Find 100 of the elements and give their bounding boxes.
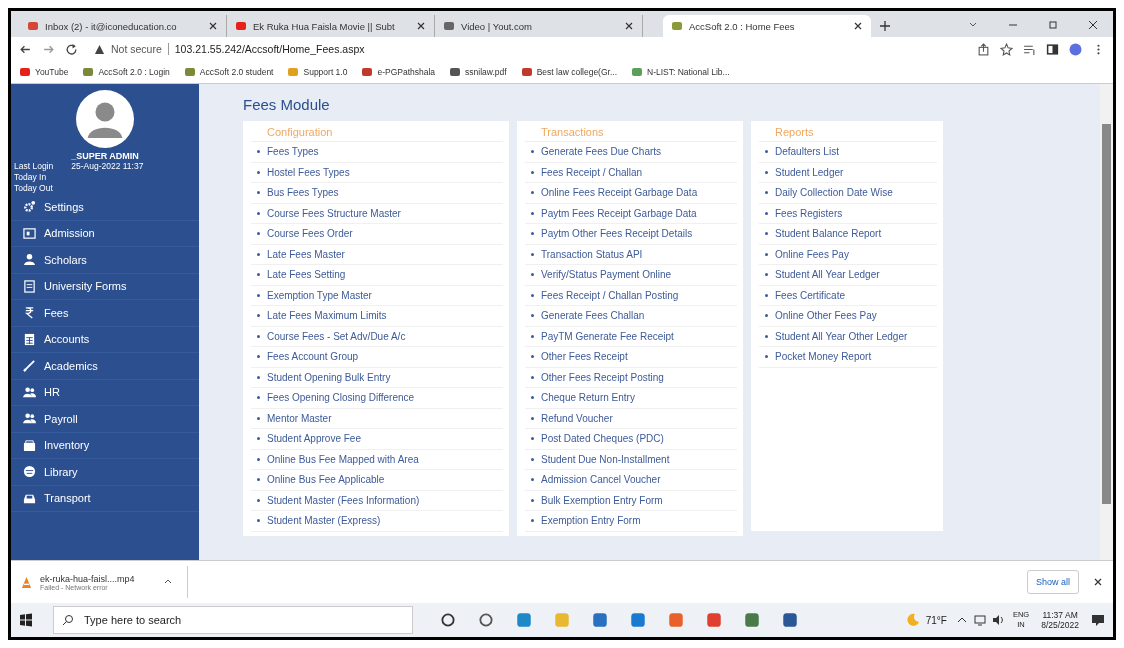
sidebar-item[interactable]: Settings <box>11 194 199 221</box>
sidebar-item[interactable]: Library <box>11 459 199 486</box>
menu-link[interactable]: Student Balance Report <box>775 228 882 240</box>
speaker-icon[interactable] <box>991 614 1004 626</box>
menu-link[interactable]: Paytm Other Fees Receipt Details <box>541 228 693 240</box>
close-icon[interactable] <box>853 21 863 31</box>
sidebar-item[interactable]: Payroll <box>11 406 199 433</box>
bookmark-link[interactable]: Best law college(Gr... <box>520 66 617 78</box>
menu-link[interactable]: Student Opening Bulk Entry <box>267 371 391 383</box>
sidebar-item[interactable]: Admission <box>11 220 199 247</box>
menu-link[interactable]: Mentor Master <box>267 412 332 424</box>
download-filename[interactable]: ek-ruka-hua-faisl....mp4 <box>40 573 135 584</box>
menu-link[interactable]: Course Fees Structure Master <box>267 207 401 219</box>
menu-link[interactable]: Fees Account Group <box>267 351 359 363</box>
clock-time[interactable]: 11:37 AM <box>1042 610 1078 620</box>
menu-link[interactable]: Online Fees Receipt Garbage Data <box>541 187 698 199</box>
sidebar-item[interactable]: HR <box>11 379 199 406</box>
menu-link[interactable]: Late Fees Maximum Limits <box>267 310 387 322</box>
menu-link[interactable]: Fees Receipt / Challan <box>541 166 643 178</box>
menu-link[interactable]: Late Fees Master <box>267 248 345 260</box>
network-icon[interactable] <box>973 614 986 626</box>
sidebar-item[interactable]: Transport <box>11 485 199 512</box>
menu-link[interactable]: Fees Registers <box>775 207 843 219</box>
bookmark-link[interactable]: e-PGPathshala <box>361 66 436 78</box>
notification-icon[interactable] <box>1091 613 1105 627</box>
browser-tab[interactable]: Inbox (2) - it@iconeducation.co <box>19 15 227 37</box>
new-tab-icon[interactable] <box>879 20 891 32</box>
show-all-button[interactable]: Show all <box>1026 570 1079 594</box>
menu-link[interactable]: Exemption Type Master <box>267 289 372 301</box>
share-icon[interactable] <box>977 42 990 56</box>
sidebar-item[interactable]: Academics <box>11 353 199 380</box>
menu-link[interactable]: Generate Fees Challan <box>541 310 645 322</box>
menu-link[interactable]: Transaction Status API <box>541 248 643 260</box>
sidebar-icon[interactable] <box>1046 42 1059 56</box>
menu-link[interactable]: Paytm Fees Receipt Garbage Data <box>541 207 697 219</box>
menu-link[interactable]: Admission Cancel Voucher <box>541 474 661 486</box>
menu-link[interactable]: Fees Receipt / Challan Posting <box>541 289 679 301</box>
temperature[interactable]: 71°F <box>925 614 947 626</box>
avatar-icon[interactable] <box>1069 42 1082 56</box>
menu-link[interactable]: Fees Certificate <box>775 289 846 301</box>
bookmark-link[interactable]: Support 1.0 <box>287 66 348 78</box>
menu-link[interactable]: Online Bus Fee Applicable <box>267 474 385 486</box>
menu-link[interactable]: Hostel Fees Types <box>267 166 350 178</box>
menu-link[interactable]: Exemption Entry Form <box>541 515 641 527</box>
menu-link[interactable]: Student All Year Other Ledger <box>775 330 908 342</box>
menu-link[interactable]: Online Bus Fee Mapped with Area <box>267 453 419 465</box>
menu-link[interactable]: Cheque Return Entry <box>541 392 635 404</box>
menu-link[interactable]: Student Master (Express) <box>267 515 381 527</box>
address-bar[interactable]: Not secure 103.21.55.242/Accsoft/Home_Fees.aspx <box>88 39 967 59</box>
menu-link[interactable]: Bulk Exemption Entry Form <box>541 494 663 506</box>
star-icon[interactable] <box>1000 42 1013 56</box>
bookmark-link[interactable]: ssnilaw.pdf <box>449 66 507 78</box>
restore-icon[interactable] <box>1047 19 1059 31</box>
bookmark-link[interactable]: AccSoft 2.0 student <box>183 66 274 78</box>
menu-link[interactable]: Online Other Fees Pay <box>775 310 877 322</box>
bookmark-link[interactable]: YouTube <box>19 66 69 78</box>
circle-app-icon[interactable] <box>477 611 495 629</box>
bookmark-link[interactable]: AccSoft 2.0 : Login <box>82 66 170 78</box>
menu-link[interactable]: Other Fees Receipt <box>541 351 628 363</box>
scrollbar[interactable] <box>1100 84 1113 560</box>
menu-link[interactable]: Student Approve Fee <box>267 433 361 445</box>
sidebar-item[interactable]: Scholars <box>11 247 199 274</box>
menu-link[interactable]: Refund Voucher <box>541 412 613 424</box>
clock-date[interactable]: 8/25/2022 <box>1041 620 1079 630</box>
menu-link[interactable]: Course Fees - Set Adv/Due A/c <box>267 330 406 342</box>
menu-link[interactable]: Student Master (Fees Information) <box>267 494 420 506</box>
close-icon[interactable] <box>624 21 634 31</box>
close-icon[interactable] <box>208 21 218 31</box>
sidebar-item[interactable]: University Forms <box>11 273 199 300</box>
menu-link[interactable]: Fees Opening Closing Difference <box>267 392 415 404</box>
browser-tab[interactable]: AccSoft 2.0 : Home Fees <box>663 15 871 37</box>
bookmark-link[interactable]: N-LIST: National Lib... <box>631 66 730 78</box>
menu-link[interactable]: Other Fees Receipt Posting <box>541 371 664 383</box>
menu-link[interactable]: Bus Fees Types <box>267 187 339 199</box>
windows-icon[interactable] <box>19 613 33 627</box>
sidebar-item[interactable]: Accounts <box>11 326 199 353</box>
menu-link[interactable]: Fees Types <box>267 146 319 158</box>
taskbar-search-field[interactable]: Type here to search <box>53 606 413 634</box>
menu-link[interactable]: Daily Collection Date Wise <box>775 187 893 199</box>
menu-link[interactable]: Online Fees Pay <box>775 248 849 260</box>
close-icon[interactable] <box>1087 19 1099 31</box>
browser-tab[interactable]: Video | Yout.com <box>435 15 643 37</box>
browser-tab[interactable]: Ek Ruka Hua Faisla Movie || Subt <box>227 15 435 37</box>
menu-link[interactable]: Post Dated Cheques (PDC) <box>541 433 664 445</box>
close-icon[interactable] <box>1093 577 1103 587</box>
menu-link[interactable]: Student Due Non-Installment <box>541 453 670 465</box>
menu-link[interactable]: Course Fees Order <box>267 228 353 240</box>
menu-link[interactable]: Student Ledger <box>775 166 844 178</box>
menu-link[interactable]: Student All Year Ledger <box>775 269 880 281</box>
menu-link[interactable]: Late Fees Setting <box>267 269 346 281</box>
reload-icon[interactable] <box>65 42 78 56</box>
close-icon[interactable] <box>416 21 426 31</box>
sidebar-item[interactable]: Fees <box>11 300 199 327</box>
menu-link[interactable]: Defaulters List <box>775 146 839 158</box>
menu-link[interactable]: PayTM Generate Fee Receipt <box>541 330 674 342</box>
menu-link[interactable]: Generate Fees Due Charts <box>541 146 662 158</box>
bullet-icon <box>765 191 768 195</box>
menu-link[interactable]: Verify/Status Payment Online <box>541 269 672 281</box>
sidebar-item[interactable]: Inventory <box>11 432 199 459</box>
menu-link[interactable]: Pocket Money Report <box>775 351 872 363</box>
